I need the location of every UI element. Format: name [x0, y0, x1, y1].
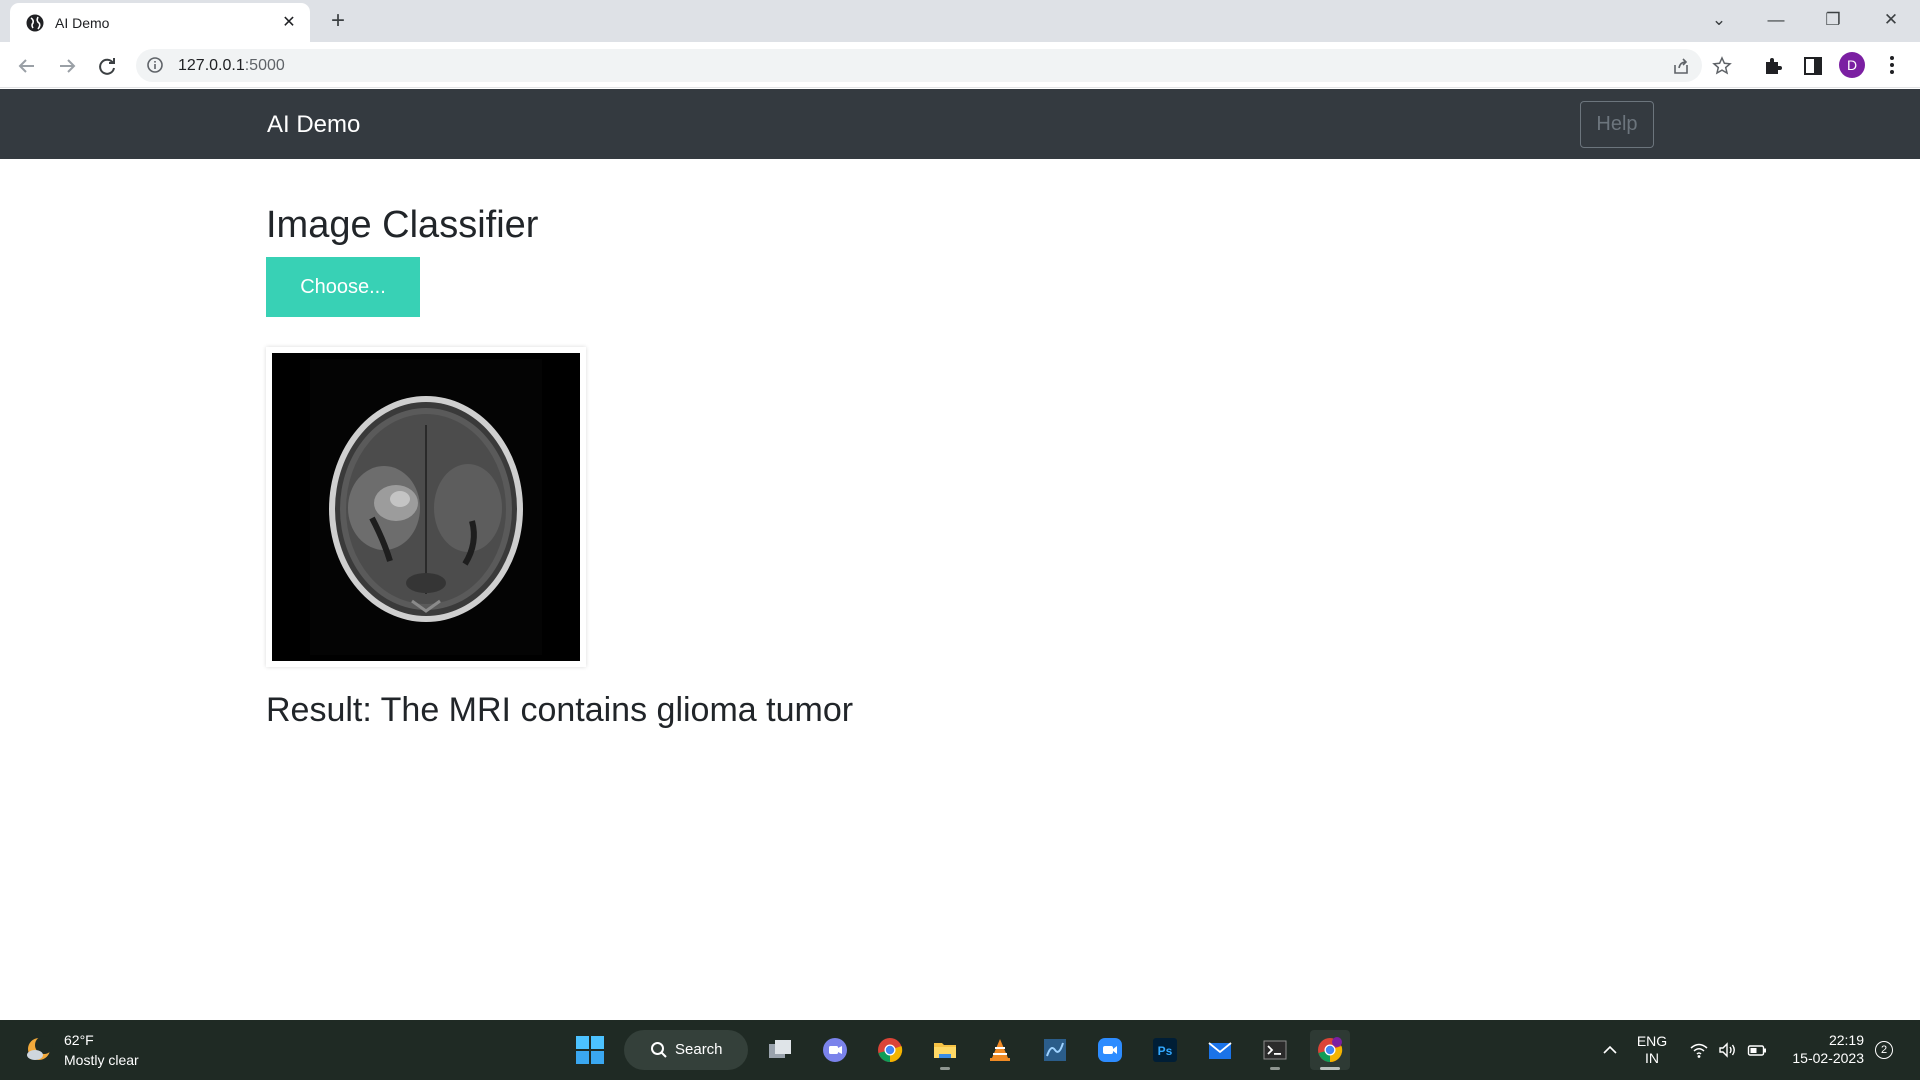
tab-search-chevron-icon[interactable]: ⌄	[1699, 4, 1739, 36]
chrome-profile-icon[interactable]	[1310, 1030, 1350, 1070]
terminal-icon[interactable]	[1255, 1030, 1295, 1070]
chevron-up-icon[interactable]	[1600, 1040, 1620, 1060]
zoom-icon[interactable]	[1090, 1030, 1130, 1070]
windows-taskbar: 62°F Mostly clear Search Ps ENG IN 22:19…	[0, 1020, 1920, 1080]
windows-start-icon[interactable]	[574, 1034, 606, 1066]
taskbar-search[interactable]: Search	[624, 1030, 748, 1070]
tab-strip: AI Demo ✕ + ⌄ — ❐ ✕	[0, 0, 1920, 42]
system-clock[interactable]: 22:19 15-02-2023	[1782, 1031, 1864, 1067]
site-info-icon[interactable]	[146, 56, 164, 74]
back-arrow-icon[interactable]	[12, 51, 42, 81]
notification-count-badge[interactable]: 2	[1875, 1041, 1893, 1059]
mysql-workbench-icon[interactable]	[1035, 1030, 1075, 1070]
share-icon[interactable]	[1671, 56, 1691, 76]
tab-ai-demo[interactable]: AI Demo ✕	[10, 3, 310, 42]
profile-avatar[interactable]: D	[1839, 52, 1865, 78]
forward-arrow-icon[interactable]	[52, 51, 82, 81]
more-menu-icon[interactable]	[1884, 52, 1900, 78]
file-explorer-icon[interactable]	[925, 1030, 965, 1070]
weather-moon-cloud-icon[interactable]	[24, 1034, 54, 1064]
chrome-icon[interactable]	[870, 1030, 910, 1070]
navbar-brand[interactable]: AI Demo	[267, 111, 360, 139]
input-language[interactable]: ENG IN	[1635, 1033, 1669, 1067]
photoshop-label: Ps	[1158, 1044, 1173, 1058]
side-panel-icon[interactable]	[1801, 54, 1825, 78]
restore-button[interactable]: ❐	[1813, 4, 1853, 36]
search-icon	[651, 1042, 667, 1058]
reload-icon[interactable]	[92, 51, 122, 81]
battery-icon[interactable]	[1747, 1040, 1767, 1060]
weather-condition[interactable]: Mostly clear	[64, 1051, 139, 1069]
close-window-button[interactable]: ✕	[1871, 4, 1911, 36]
tab-title: AI Demo	[55, 15, 110, 31]
minimize-button[interactable]: —	[1756, 4, 1796, 36]
image-preview-frame	[266, 347, 586, 667]
browser-toolbar: 127.0.0.1:5000	[0, 42, 1920, 88]
globe-icon	[26, 14, 44, 32]
volume-icon[interactable]	[1718, 1040, 1738, 1060]
close-tab-icon[interactable]: ✕	[278, 12, 300, 34]
classification-result: Result: The MRI contains glioma tumor	[266, 691, 854, 729]
mail-icon[interactable]	[1200, 1030, 1240, 1070]
help-button[interactable]: Help	[1580, 101, 1654, 148]
weather-temperature[interactable]: 62°F	[64, 1031, 94, 1049]
choose-file-button[interactable]: Choose...	[266, 257, 420, 317]
photoshop-icon[interactable]: Ps	[1145, 1030, 1185, 1070]
extensions-puzzle-icon[interactable]	[1761, 54, 1785, 78]
mri-brain-scan-image	[272, 353, 580, 661]
search-label: Search	[675, 1041, 723, 1058]
task-view-icon[interactable]	[760, 1030, 800, 1070]
address-bar[interactable]: 127.0.0.1:5000	[136, 49, 1732, 82]
vlc-icon[interactable]	[980, 1030, 1020, 1070]
running-indicator	[1270, 1067, 1280, 1070]
bookmark-star-icon[interactable]	[1712, 56, 1732, 76]
site-navbar: AI Demo Help	[0, 89, 1920, 159]
new-tab-button[interactable]: +	[324, 7, 352, 35]
active-indicator	[1320, 1067, 1340, 1070]
teams-chat-icon[interactable]	[815, 1030, 855, 1070]
page-title: Image Classifier	[266, 204, 539, 246]
wifi-icon[interactable]	[1689, 1040, 1709, 1060]
running-indicator	[940, 1067, 950, 1070]
url-text[interactable]: 127.0.0.1:5000	[178, 57, 285, 75]
